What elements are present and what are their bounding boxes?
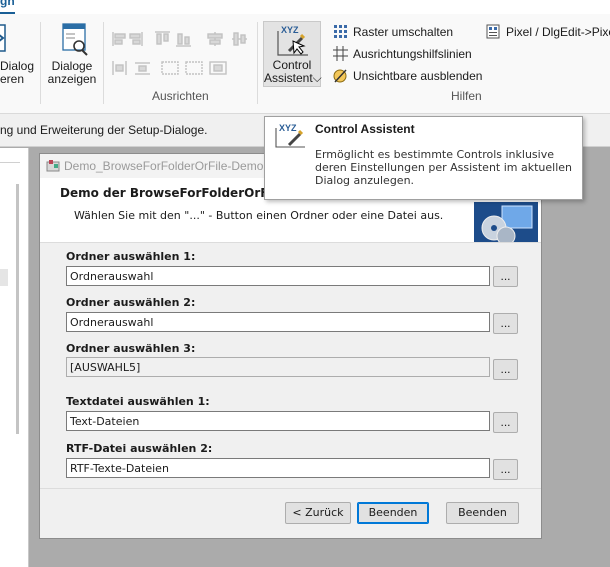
control-assistent-button[interactable]: XYZ Control Assistent⌵ bbox=[263, 21, 322, 87]
ribbon-tabstrip bbox=[0, 0, 610, 14]
panel-scrollbar[interactable] bbox=[16, 184, 19, 434]
field-input-ordner-1[interactable]: Ordnerauswahl bbox=[66, 266, 490, 286]
panel-divider bbox=[0, 162, 20, 163]
svg-text:XYZ: XYZ bbox=[281, 25, 299, 35]
control-assistent-label-2: Assistent⌵ bbox=[264, 71, 322, 85]
grid-dots-icon bbox=[334, 25, 347, 38]
separator bbox=[40, 22, 41, 104]
field-label: Ordner auswählen 1: bbox=[66, 250, 196, 263]
tab-underline bbox=[0, 12, 15, 14]
info-bar-text: ng und Erweiterung der Setup-Dialoge. bbox=[0, 123, 208, 137]
raster-umschalten-button[interactable]: Raster umschalten bbox=[333, 24, 453, 39]
dialog-preview-icon bbox=[62, 23, 88, 56]
back-button[interactable]: < Zurück bbox=[285, 502, 351, 524]
guide-lines-icon bbox=[333, 46, 348, 61]
setup-dialog: Demo_BrowseForFolderOrFile-Demo Demo der… bbox=[39, 153, 542, 539]
ribbon-tab-active[interactable]: gn bbox=[0, 0, 15, 8]
cd-monitor-icon bbox=[474, 202, 538, 242]
field-input-ordner-2[interactable]: Ordnerauswahl bbox=[66, 312, 490, 332]
control-assistant-icon: XYZ bbox=[275, 123, 305, 148]
pixel-convert-icon bbox=[486, 24, 500, 39]
finish-button[interactable]: Beenden bbox=[357, 502, 429, 524]
button-divider bbox=[40, 488, 541, 489]
dialog-label-2: eren bbox=[0, 72, 25, 86]
raster-label: Raster umschalten bbox=[353, 24, 454, 39]
tooltip-title: Control Assistent bbox=[315, 122, 415, 136]
group-label-ausrichten: Ausrichten bbox=[152, 89, 209, 103]
setup-app-icon bbox=[46, 160, 60, 172]
field-input-ordner-3: [AUSWAHL5] bbox=[66, 357, 490, 377]
browse-button[interactable]: ... bbox=[493, 412, 518, 433]
dialog-icon bbox=[0, 24, 6, 52]
browse-button[interactable]: ... bbox=[493, 359, 518, 380]
field-input-textdatei[interactable]: Text-Dateien bbox=[66, 411, 490, 431]
browse-button[interactable]: ... bbox=[493, 313, 518, 334]
tooltip-body: Ermöglicht es bestimmte Controls inklusi… bbox=[315, 148, 573, 187]
dialog-title: Demo_BrowseForFolderOrFile-Demo bbox=[64, 159, 264, 173]
unsichtbare-ausblenden-button[interactable]: Unsichtbare ausblenden bbox=[333, 68, 482, 83]
unsichtbare-label: Unsichtbare ausblenden bbox=[353, 68, 483, 83]
group-label-hilfen: Hilfen bbox=[451, 89, 482, 103]
panel-selected-row[interactable] bbox=[0, 269, 8, 286]
field-label: RTF-Datei auswählen 2: bbox=[66, 442, 213, 455]
field-input-rtfdatei[interactable]: RTF-Texte-Dateien bbox=[66, 458, 490, 478]
svg-text:XYZ: XYZ bbox=[279, 123, 297, 133]
control-assistant-tooltip: XYZ Control Assistent Ermöglicht es best… bbox=[264, 116, 583, 200]
cancel-button[interactable]: Beenden bbox=[446, 502, 519, 524]
field-label: Ordner auswählen 3: bbox=[66, 342, 196, 355]
hilfslinien-label: Ausrichtungshilfslinien bbox=[353, 46, 472, 61]
left-panel bbox=[0, 148, 29, 567]
control-assistant-icon: XYZ bbox=[277, 25, 308, 56]
ausrichtungshilfslinien-button[interactable]: Ausrichtungshilfslinien bbox=[333, 46, 472, 61]
pixel-label: Pixel / DlgEdit->Pixel bbox=[506, 24, 610, 39]
ribbon: gn Dialog eren Dialoge anzeigen Ausricht… bbox=[0, 0, 610, 114]
dialoge-anzeigen-button[interactable]: Dialoge anzeigen bbox=[45, 22, 99, 88]
browse-button[interactable]: ... bbox=[493, 459, 518, 480]
dialog-header-subtitle: Wählen Sie mit den "..." - Button einen … bbox=[74, 209, 444, 222]
separator bbox=[103, 22, 104, 104]
dialog-button[interactable]: Dialog eren bbox=[0, 22, 38, 86]
hide-invisible-icon bbox=[333, 69, 347, 83]
browse-button[interactable]: ... bbox=[493, 266, 518, 287]
field-label: Textdatei auswählen 1: bbox=[66, 395, 210, 408]
field-label: Ordner auswählen 2: bbox=[66, 296, 196, 309]
separator bbox=[257, 22, 258, 104]
dialoge-label-2: anzeigen bbox=[47, 72, 97, 86]
pixel-dlgedit-button[interactable]: Pixel / DlgEdit->Pixel bbox=[486, 24, 610, 39]
align-icons bbox=[112, 31, 247, 75]
